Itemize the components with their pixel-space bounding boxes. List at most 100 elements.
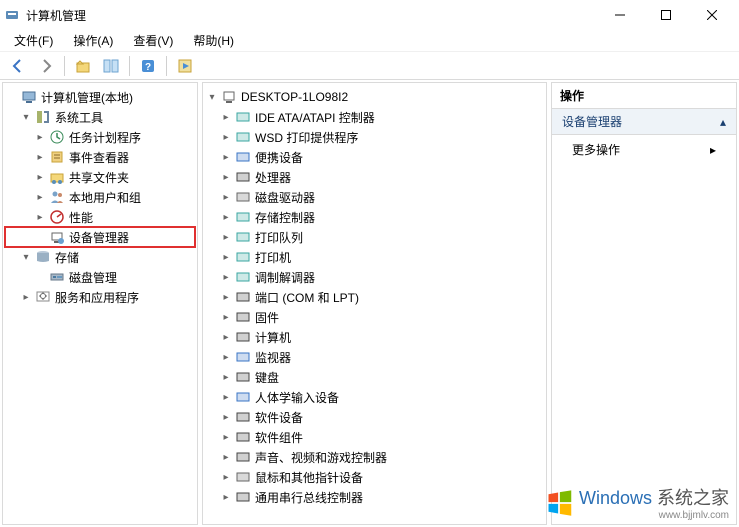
chevron-right-icon[interactable]: ▸ [219,190,233,204]
chevron-right-icon[interactable]: ▸ [219,370,233,384]
device-category[interactable]: ▸ 打印机 [205,247,544,267]
computer-management-icon [21,89,37,105]
tree-local-users[interactable]: ▸ 本地用户和组 [5,187,195,207]
hid-icon [235,389,251,405]
chevron-right-icon[interactable]: ▸ [219,170,233,184]
chevron-right-icon[interactable]: ▸ [33,170,47,184]
device-category[interactable]: ▸声音、视频和游戏控制器 [205,447,544,467]
tree-label: 本地用户和组 [69,189,141,206]
menu-action[interactable]: 操作(A) [67,30,119,51]
wsd-icon [235,129,251,145]
chevron-right-icon[interactable]: ▸ [219,410,233,424]
up-button[interactable] [71,55,95,77]
menu-file[interactable]: 文件(F) [8,30,59,51]
chevron-right-icon[interactable]: ▸ [219,490,233,504]
chevron-down-icon[interactable]: ▾ [205,90,219,104]
tree-system-tools[interactable]: ▾ 系统工具 [5,107,195,127]
maximize-button[interactable] [643,0,689,30]
chevron-down-icon[interactable]: ▾ [19,110,33,124]
device-category-label: 通用串行总线控制器 [255,489,363,506]
collapse-icon[interactable]: ▴ [720,115,726,129]
chevron-right-icon[interactable]: ▸ [19,290,33,304]
device-category[interactable]: ▸鼠标和其他指针设备 [205,467,544,487]
actions-more[interactable]: 更多操作 ▸ [552,135,736,164]
device-category[interactable]: ▸存储控制器 [205,207,544,227]
action-button[interactable] [173,55,197,77]
device-category[interactable]: ▸ 处理器 [205,167,544,187]
device-category-label: 监视器 [255,349,291,366]
device-category[interactable]: ▸ 打印队列 [205,227,544,247]
watermark-site: 系统之家 [657,488,729,508]
chevron-right-icon[interactable]: ▸ [219,150,233,164]
properties-button[interactable] [99,55,123,77]
tree-disk-management[interactable]: 磁盘管理 [5,267,195,287]
device-root[interactable]: ▾ DESKTOP-1LO98I2 [205,87,544,107]
services-icon [35,289,51,305]
device-category[interactable]: ▸端口 (COM 和 LPT) [205,287,544,307]
tree-root-computer-management[interactable]: 计算机管理(本地) [5,87,195,107]
tree-device-manager[interactable]: 设备管理器 [5,227,195,247]
tree-storage[interactable]: ▾ 存储 [5,247,195,267]
device-category-label: 处理器 [255,169,291,186]
chevron-right-icon[interactable]: ▸ [219,250,233,264]
tree-task-scheduler[interactable]: ▸ 任务计划程序 [5,127,195,147]
device-category[interactable]: ▸WSD 打印提供程序 [205,127,544,147]
app-icon [4,7,20,23]
chevron-right-icon[interactable]: ▸ [33,190,47,204]
minimize-button[interactable] [597,0,643,30]
device-category[interactable]: ▸人体学输入设备 [205,387,544,407]
tree-services-apps[interactable]: ▸ 服务和应用程序 [5,287,195,307]
chevron-right-icon[interactable]: ▸ [219,210,233,224]
chevron-right-icon[interactable]: ▸ [219,230,233,244]
device-category[interactable]: ▸ 监视器 [205,347,544,367]
chevron-right-icon[interactable]: ▸ [219,470,233,484]
firmware-icon [235,309,251,325]
watermark-url: www.bjjmlv.com [579,510,729,521]
tree-event-viewer[interactable]: ▸ 事件查看器 [5,147,195,167]
device-category[interactable]: ▸ 通用串行总线控制器 [205,487,544,507]
device-manager-icon [49,229,65,245]
menu-view[interactable]: 查看(V) [127,30,179,51]
device-category[interactable]: ▸软件组件 [205,427,544,447]
tree-label: 任务计划程序 [69,129,141,146]
chevron-right-icon[interactable]: ▸ [33,150,47,164]
chevron-right-icon[interactable]: ▸ [219,270,233,284]
event-viewer-icon [49,149,65,165]
ide-icon [235,109,251,125]
actions-context[interactable]: 设备管理器 ▴ [552,109,736,135]
help-button[interactable]: ? [136,55,160,77]
actions-more-label: 更多操作 [572,141,620,158]
back-button[interactable] [6,55,30,77]
device-category[interactable]: ▸IDE ATA/ATAPI 控制器 [205,107,544,127]
menu-help[interactable]: 帮助(H) [187,30,240,51]
chevron-right-icon[interactable]: ▸ [219,390,233,404]
device-category[interactable]: ▸键盘 [205,367,544,387]
device-category[interactable]: ▸磁盘驱动器 [205,187,544,207]
device-category[interactable]: ▸便携设备 [205,147,544,167]
device-category-label: 打印队列 [255,229,303,246]
forward-button[interactable] [34,55,58,77]
sw-component-icon [235,429,251,445]
device-category-label: 打印机 [255,249,291,266]
tree-shared-folders[interactable]: ▸ 共享文件夹 [5,167,195,187]
device-category[interactable]: ▸计算机 [205,327,544,347]
chevron-right-icon[interactable]: ▸ [219,290,233,304]
chevron-right-icon[interactable]: ▸ [219,110,233,124]
chevron-right-icon[interactable]: ▸ [219,350,233,364]
tree-label: 磁盘管理 [69,269,117,286]
device-category[interactable]: ▸调制解调器 [205,267,544,287]
chevron-right-icon[interactable]: ▸ [33,210,47,224]
chevron-right-icon[interactable]: ▸ [219,310,233,324]
device-category[interactable]: ▸软件设备 [205,407,544,427]
tree-performance[interactable]: ▸ 性能 [5,207,195,227]
chevron-right-icon[interactable]: ▸ [219,450,233,464]
chevron-right-icon[interactable]: ▸ [219,330,233,344]
close-button[interactable] [689,0,735,30]
actions-pane: 操作 设备管理器 ▴ 更多操作 ▸ [551,82,737,525]
device-category[interactable]: ▸固件 [205,307,544,327]
tree-label: 计算机管理(本地) [41,89,133,106]
chevron-right-icon[interactable]: ▸ [33,130,47,144]
chevron-right-icon[interactable]: ▸ [219,130,233,144]
chevron-right-icon[interactable]: ▸ [219,430,233,444]
chevron-down-icon[interactable]: ▾ [19,250,33,264]
